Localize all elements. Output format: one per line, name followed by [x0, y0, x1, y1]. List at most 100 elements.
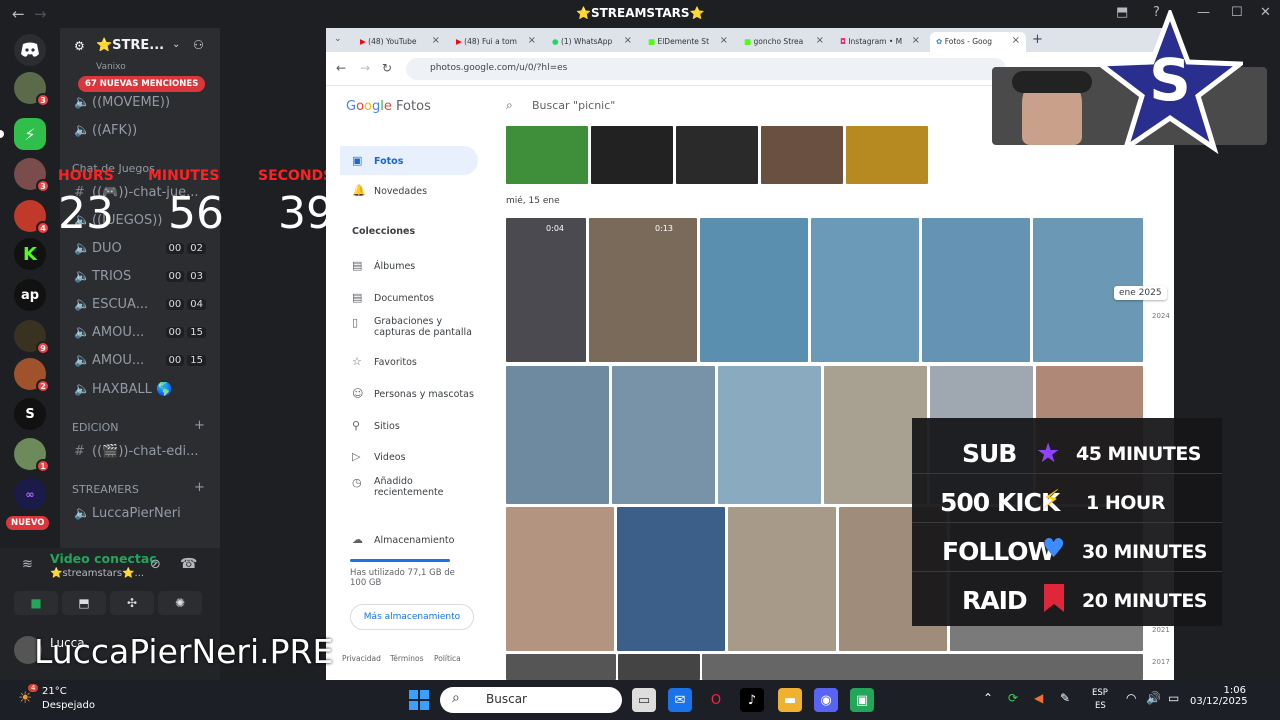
- server-icon[interactable]: ap: [14, 279, 46, 311]
- photo-thumbnail[interactable]: [506, 126, 588, 184]
- nav-anadido[interactable]: ◷ Añadido recientemente: [352, 476, 452, 498]
- nav-sitios[interactable]: ⚲ Sitios: [352, 419, 490, 432]
- system-clock[interactable]: 1:06 03/12/2025: [1190, 685, 1248, 707]
- disconnect-icon[interactable]: ☎: [180, 556, 197, 572]
- voice-channel[interactable]: 🔈 ((MOVEME)): [74, 95, 218, 110]
- activities-button[interactable]: ✣: [110, 591, 154, 615]
- tab[interactable]: ◘ Instagram • M ×: [834, 32, 926, 52]
- add-channel-icon[interactable]: +: [194, 418, 205, 433]
- kick-server-icon[interactable]: K: [14, 238, 46, 270]
- forward-icon[interactable]: →: [360, 61, 370, 75]
- tab[interactable]: ● (1) WhatsApp ×: [546, 32, 638, 52]
- nav-albumes[interactable]: ▤ Álbumes: [352, 259, 490, 272]
- text-channel[interactable]: # ((🎬))-chat-edi...: [74, 444, 218, 459]
- back-icon[interactable]: ←: [336, 61, 346, 75]
- year-marker[interactable]: 2021: [1152, 626, 1170, 634]
- nav-favoritos[interactable]: ☆ Favoritos: [352, 355, 490, 368]
- photo-thumbnail[interactable]: [612, 366, 715, 504]
- windows-start-icon[interactable]: [407, 688, 431, 712]
- nav-novedades[interactable]: 🔔 Novedades: [352, 184, 490, 197]
- photo-thumbnail[interactable]: [700, 218, 808, 362]
- language-indicator-sub[interactable]: ES: [1095, 701, 1106, 711]
- nav-fotos[interactable]: ▣ Fotos: [340, 146, 478, 175]
- pen-icon[interactable]: ✎: [1060, 691, 1070, 705]
- voice-channel[interactable]: 🔈 ((AFK)): [74, 123, 218, 138]
- tab[interactable]: ■ goncho Strea ×: [738, 32, 830, 52]
- server-icon[interactable]: 9: [14, 320, 50, 355]
- tiktok-icon[interactable]: ♪: [740, 688, 764, 712]
- wifi-icon[interactable]: ◠: [1126, 691, 1136, 705]
- taskbar-search[interactable]: Buscar: [440, 687, 622, 713]
- app-tray-icon[interactable]: ◀: [1034, 691, 1043, 705]
- nav-personas[interactable]: ☺ Personas y mascotas: [352, 387, 490, 400]
- back-arrow-icon[interactable]: ←: [12, 5, 25, 23]
- forward-arrow-icon[interactable]: →: [34, 5, 47, 23]
- photo-thumbnail[interactable]: [846, 126, 928, 184]
- opera-icon[interactable]: O: [704, 688, 728, 712]
- photo-thumbnail[interactable]: [618, 654, 700, 680]
- file-explorer-icon[interactable]: ▬: [778, 688, 802, 712]
- infinity-server-icon[interactable]: ∞: [14, 478, 46, 510]
- tab[interactable]: ■ ElDemente St ×: [642, 32, 734, 52]
- video-thumbnail[interactable]: 0:04: [506, 218, 586, 362]
- photo-thumbnail[interactable]: [591, 126, 673, 184]
- noise-suppression-icon[interactable]: ⊘: [150, 557, 161, 572]
- app-icon[interactable]: ▣: [850, 688, 874, 712]
- server-icon[interactable]: S: [14, 398, 46, 430]
- mentions-badge[interactable]: 67 NUEVAS MENCIONES: [78, 76, 206, 92]
- voice-channel[interactable]: 🔈 HAXBALL 🌎: [74, 382, 218, 397]
- server-icon[interactable]: 3: [14, 158, 50, 193]
- volume-icon[interactable]: 🔊: [1146, 691, 1161, 705]
- photo-thumbnail[interactable]: [811, 218, 919, 362]
- terms-link[interactable]: Términos: [390, 654, 424, 663]
- photo-thumbnail[interactable]: [702, 654, 1143, 680]
- camera-button[interactable]: ■: [14, 591, 58, 615]
- nav-videos[interactable]: ▷ Videos: [352, 450, 490, 463]
- google-photos-logo[interactable]: Google Fotos: [346, 99, 431, 114]
- tab[interactable]: ▶ (48) Fui a tom ×: [450, 32, 542, 52]
- discord-taskbar-icon[interactable]: ◉: [814, 688, 838, 712]
- url-field[interactable]: photos.google.com/u/0/?hl=es: [406, 58, 1006, 80]
- server-name[interactable]: ⭐STRE...: [96, 38, 164, 53]
- add-member-icon[interactable]: ⚇: [193, 38, 204, 52]
- photo-thumbnail[interactable]: [728, 507, 836, 651]
- add-channel-icon[interactable]: +: [194, 480, 205, 495]
- video-thumbnail[interactable]: 0:13: [589, 218, 697, 362]
- server-icon[interactable]: ⚡: [14, 118, 46, 150]
- outlook-icon[interactable]: ✉: [668, 688, 692, 712]
- photo-thumbnail[interactable]: [506, 507, 614, 651]
- voice-channel[interactable]: 🔈 LuccaPierNeri: [74, 506, 218, 521]
- screen-share-button[interactable]: ⬒: [62, 591, 106, 615]
- photo-thumbnail[interactable]: [506, 654, 616, 680]
- task-view-icon[interactable]: ▭: [632, 688, 656, 712]
- server-icon[interactable]: 2: [14, 358, 50, 393]
- sync-icon[interactable]: ⟳: [1008, 691, 1018, 705]
- year-marker[interactable]: 2017: [1152, 658, 1170, 666]
- policy-link[interactable]: Política: [434, 654, 461, 663]
- server-icon[interactable]: 1: [14, 438, 50, 473]
- photo-thumbnail[interactable]: [718, 366, 821, 504]
- photo-thumbnail[interactable]: [617, 507, 725, 651]
- close-icon[interactable]: ✕: [1260, 5, 1271, 20]
- date-scrubber[interactable]: ene 2025: [1114, 286, 1167, 300]
- nav-almacenamiento[interactable]: ☁ Almacenamiento: [352, 533, 490, 546]
- nav-grabaciones[interactable]: ▯ Grabaciones y capturas de pantalla: [352, 316, 472, 338]
- privacy-link[interactable]: Privacidad: [342, 654, 381, 663]
- search-input[interactable]: Buscar "picnic": [532, 99, 615, 112]
- new-tab-icon[interactable]: +: [1032, 32, 1043, 47]
- language-indicator[interactable]: ESP: [1092, 688, 1108, 698]
- chevron-up-icon[interactable]: ⌃: [983, 691, 993, 705]
- photo-thumbnail[interactable]: [922, 218, 1030, 362]
- tab-active[interactable]: ✿ Fotos - Goog ×: [930, 32, 1026, 52]
- category-header[interactable]: EDICION: [72, 421, 118, 434]
- server-icon[interactable]: 3: [14, 72, 50, 107]
- chevron-down-icon[interactable]: ⌄: [172, 39, 180, 50]
- reload-icon[interactable]: ↻: [382, 61, 392, 75]
- photo-thumbnail[interactable]: [676, 126, 758, 184]
- photo-thumbnail[interactable]: [761, 126, 843, 184]
- photo-thumbnail[interactable]: [506, 366, 609, 504]
- tab-search-icon[interactable]: ⌄: [334, 34, 342, 44]
- server-icon[interactable]: 4: [14, 200, 50, 235]
- more-storage-button[interactable]: Más almacenamiento: [350, 604, 474, 630]
- category-header[interactable]: STREAMERS: [72, 483, 139, 496]
